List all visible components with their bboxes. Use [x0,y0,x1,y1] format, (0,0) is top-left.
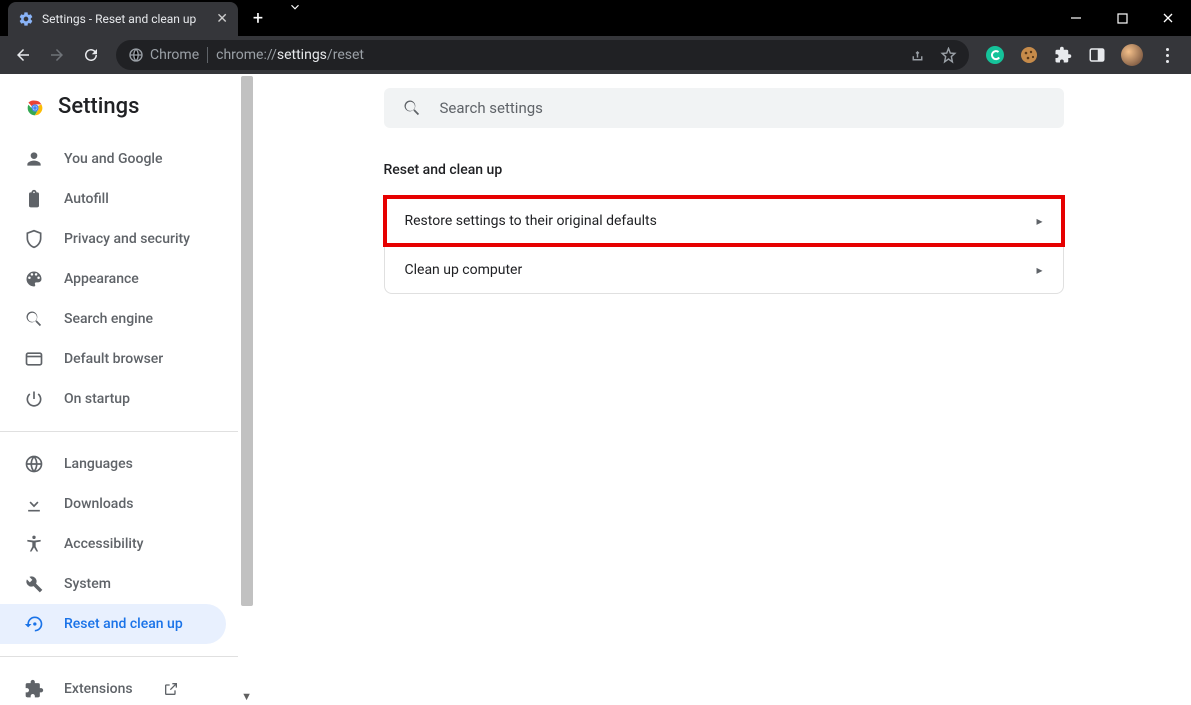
main-panel: Reset and clean up Restore settings to t… [256,74,1191,705]
extension-cookie-icon[interactable] [1019,45,1039,65]
settings-sidebar: Settings You and Google Autofill Privacy… [0,74,238,705]
sidebar-item-languages[interactable]: Languages [0,444,226,484]
external-link-icon [163,681,179,697]
extension-grammarly-icon[interactable] [985,45,1005,65]
sidebar-scrollbar[interactable]: ▼ [238,74,256,705]
globe-icon [24,454,44,474]
cleanup-computer-row[interactable]: Clean up computer ▸ [385,245,1063,293]
sidebar-item-label: On startup [64,391,130,407]
new-tab-button[interactable]: + [244,4,272,32]
tab-close-icon[interactable]: ✕ [216,11,228,27]
page-content: Settings You and Google Autofill Privacy… [0,74,1191,705]
reset-card: Restore settings to their original defau… [384,196,1064,294]
chrome-logo-icon [24,97,44,117]
sidebar-item-you-and-google[interactable]: You and Google [0,139,226,179]
sidebar-item-privacy[interactable]: Privacy and security [0,219,226,259]
close-window-button[interactable] [1145,0,1191,36]
browser-toolbar: Chrome chrome://settings/reset [0,36,1191,74]
side-panel-icon[interactable] [1087,45,1107,65]
chrome-menu-button[interactable] [1157,48,1177,63]
back-button[interactable] [8,40,38,70]
sidebar-item-label: Accessibility [64,536,143,552]
wrench-icon [24,574,44,594]
sidebar-item-extensions[interactable]: Extensions [0,669,226,705]
search-tabs-button[interactable] [272,0,318,14]
profile-avatar[interactable] [1121,44,1143,66]
sidebar-item-label: Search engine [64,311,153,327]
site-label: Chrome [150,47,199,63]
accessibility-icon [24,534,44,554]
sidebar-item-label: Downloads [64,496,133,512]
address-bar[interactable]: Chrome chrome://settings/reset [116,40,969,70]
sidebar-item-label: Reset and clean up [64,616,183,632]
sidebar-item-label: You and Google [64,151,162,167]
browser-icon [24,349,44,369]
sidebar-item-label: Extensions [64,681,133,697]
sidebar-item-label: Privacy and security [64,231,190,247]
search-icon [24,309,44,329]
power-icon [24,389,44,409]
sidebar-item-system[interactable]: System [0,564,226,604]
minimize-button[interactable] [1053,0,1099,36]
search-input[interactable] [440,99,1046,117]
chevron-right-icon: ▸ [1036,214,1042,228]
shield-icon [24,229,44,249]
browser-tab[interactable]: Settings - Reset and clean up ✕ [8,2,238,36]
sidebar-item-downloads[interactable]: Downloads [0,484,226,524]
row-label: Restore settings to their original defau… [405,213,657,229]
puzzle-icon [24,679,44,699]
sidebar-item-label: Languages [64,456,133,472]
tab-title: Settings - Reset and clean up [42,12,208,26]
scrollbar-thumb[interactable] [241,76,253,606]
section-title: Reset and clean up [384,162,1064,178]
search-icon [402,98,422,118]
omnibox-divider [207,47,208,63]
window-titlebar: Settings - Reset and clean up ✕ + [0,0,1191,36]
settings-search[interactable] [384,88,1064,128]
extension-icons [979,44,1183,66]
sidebar-item-search-engine[interactable]: Search engine [0,299,226,339]
sidebar-item-label: Appearance [64,271,139,287]
settings-gear-icon [18,11,34,27]
sidebar-item-label: Autofill [64,191,109,207]
settings-title: Settings [58,94,139,119]
extensions-puzzle-icon[interactable] [1053,45,1073,65]
maximize-button[interactable] [1099,0,1145,36]
sidebar-item-default-browser[interactable]: Default browser [0,339,226,379]
sidebar-item-accessibility[interactable]: Accessibility [0,524,226,564]
sidebar-item-label: System [64,576,111,592]
download-icon [24,494,44,514]
url-text: chrome://settings/reset [216,47,364,63]
sidebar-item-autofill[interactable]: Autofill [0,179,226,219]
sidebar-separator [0,431,238,432]
window-controls [1053,0,1191,36]
clipboard-icon [24,189,44,209]
sidebar-item-appearance[interactable]: Appearance [0,259,226,299]
settings-header: Settings [0,74,238,139]
site-info-icon[interactable]: Chrome [128,47,199,63]
chevron-right-icon: ▸ [1036,263,1042,277]
sidebar-item-on-startup[interactable]: On startup [0,379,226,419]
restore-settings-row[interactable]: Restore settings to their original defau… [385,197,1063,245]
forward-button[interactable] [42,40,72,70]
palette-icon [24,269,44,289]
reload-button[interactable] [76,40,106,70]
sidebar-separator [0,656,238,657]
restore-icon [24,614,44,634]
row-label: Clean up computer [405,262,523,278]
sidebar-item-reset[interactable]: Reset and clean up [0,604,226,644]
bookmark-icon[interactable] [940,47,957,64]
scrollbar-down-arrow[interactable]: ▼ [241,690,252,703]
sidebar-item-label: Default browser [64,351,163,367]
share-icon[interactable] [909,47,926,64]
person-icon [24,149,44,169]
